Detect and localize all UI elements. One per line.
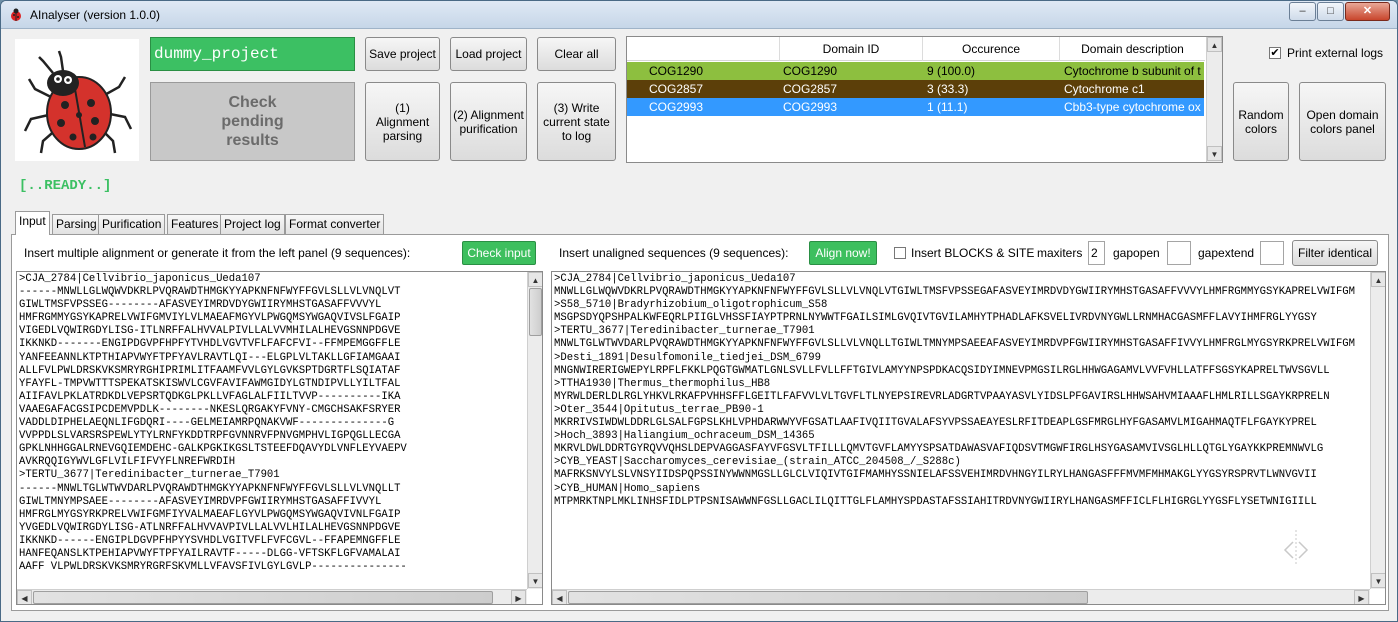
app-window: AInalyser (version 1.0.0) – □ ✕ dummy_pr… — [0, 0, 1398, 622]
scroll-left-arrow[interactable]: ◀ — [17, 590, 32, 604]
tab-content-input: Insert multiple alignment or generate it… — [11, 234, 1389, 611]
scroll-right-arrow[interactable]: ▶ — [1354, 590, 1369, 604]
open-domain-colors-panel-button[interactable]: Open domain colors panel — [1299, 82, 1386, 161]
alignment-text[interactable]: >CJA_2784|Cellvibrio_japonicus_Ueda107 -… — [17, 272, 527, 589]
write-state-to-log-button[interactable]: (3) Write current state to log — [537, 82, 616, 161]
unaligned-hscrollbar[interactable]: ◀ ▶ — [552, 589, 1370, 604]
check-pending-results-button[interactable]: Check pending results — [150, 82, 355, 161]
domain-row-name: COG1290 — [649, 64, 704, 78]
tab-purification[interactable]: Purification — [98, 214, 166, 234]
gapopen-label: gapopen — [1113, 246, 1160, 260]
minimize-button[interactable]: – — [1289, 2, 1316, 21]
domain-row-cog1290[interactable]: COG1290 COG1290 9 (100.0) Cytochrome b subu… — [627, 62, 1204, 80]
gapextend-label: gapextend — [1198, 246, 1255, 260]
domain-row-id: COG2857 — [783, 82, 838, 96]
alignment-vscrollbar[interactable]: ▲ ▼ — [527, 272, 542, 589]
tab-parsing[interactable]: Parsing — [52, 214, 101, 234]
header-col-0[interactable] — [627, 37, 780, 61]
scroll-up-arrow[interactable]: ▲ — [1207, 37, 1222, 52]
scroll-thumb[interactable] — [33, 591, 493, 604]
blocks-site-checkbox[interactable]: Insert BLOCKS & SITE — [892, 246, 1035, 262]
left-pane-prompt: Insert multiple alignment or generate it… — [24, 246, 411, 260]
unaligned-text[interactable]: >CJA_2784|Cellvibrio_japonicus_Ueda107 M… — [552, 272, 1370, 589]
domain-row-cog2857[interactable]: COG2857 COG2857 3 (33.3) Cytochrome c1 — [627, 80, 1204, 98]
header-occurence[interactable]: Occurence — [923, 37, 1060, 61]
print-external-logs-label: Print external logs — [1287, 46, 1384, 60]
blocks-site-label: Insert BLOCKS & SITE — [911, 246, 1035, 260]
domain-row-id: COG1290 — [783, 64, 838, 78]
unaligned-sequences-textarea[interactable]: >CJA_2784|Cellvibrio_japonicus_Ueda107 M… — [551, 271, 1386, 605]
ladybug-icon — [23, 50, 133, 154]
gapextend-input[interactable] — [1260, 241, 1284, 265]
domain-row-occurence: 3 (33.3) — [927, 82, 969, 96]
close-button[interactable]: ✕ — [1345, 2, 1390, 21]
random-colors-button[interactable]: Random colors — [1233, 82, 1289, 161]
scroll-thumb[interactable] — [568, 591, 1088, 604]
status-text: [..READY..] — [19, 178, 112, 194]
unaligned-vscrollbar[interactable]: ▲ ▼ — [1370, 272, 1385, 589]
domains-table[interactable]: Domain ID Occurence Domain description C… — [626, 36, 1223, 163]
domains-table-scrollbar[interactable]: ▲ ▼ — [1206, 37, 1222, 162]
tab-format-converter[interactable]: Format converter — [285, 214, 385, 234]
scroll-up-arrow[interactable]: ▲ — [528, 272, 542, 287]
domain-row-description: Cytochrome c1 — [1064, 82, 1145, 96]
right-pane-prompt: Insert unaligned sequences (9 sequences)… — [559, 246, 789, 260]
app-icon — [11, 8, 21, 21]
domain-row-occurence: 9 (100.0) — [927, 64, 976, 78]
checkbox-box[interactable] — [894, 247, 906, 259]
scroll-thumb[interactable] — [529, 288, 542, 336]
splitter-grip-icon[interactable] — [1279, 528, 1313, 568]
maxiters-label: maxiters — [1037, 246, 1083, 260]
align-now-button[interactable]: Align now! — [809, 241, 877, 265]
filter-identical-button[interactable]: Filter identical — [1292, 240, 1378, 266]
header-domain-description[interactable]: Domain description — [1060, 37, 1205, 61]
domain-row-cog2993[interactable]: COG2993 COG2993 1 (11.1) Cbb3-type cytochro… — [627, 98, 1204, 116]
domain-row-id: COG2993 — [783, 100, 838, 114]
domain-row-description: Cytochrome b subunit of t — [1064, 64, 1201, 78]
domain-row-occurence: 1 (11.1) — [927, 100, 968, 114]
project-name-field[interactable]: dummy_project — [150, 37, 355, 71]
scroll-down-arrow[interactable]: ▼ — [528, 573, 542, 588]
header-domain-id[interactable]: Domain ID — [780, 37, 923, 61]
domain-row-name: COG2993 — [649, 100, 704, 114]
app-logo — [15, 39, 139, 161]
scroll-down-arrow[interactable]: ▼ — [1207, 146, 1222, 161]
maxiters-input[interactable]: 2 — [1088, 241, 1105, 265]
maximize-button[interactable]: □ — [1317, 2, 1344, 21]
check-input-button[interactable]: Check input — [462, 241, 536, 265]
gapopen-input[interactable] — [1167, 241, 1191, 265]
scroll-up-arrow[interactable]: ▲ — [1371, 272, 1385, 287]
alignment-input-textarea[interactable]: >CJA_2784|Cellvibrio_japonicus_Ueda107 -… — [16, 271, 543, 605]
title-bar[interactable]: AInalyser (version 1.0.0) – □ ✕ — [1, 1, 1397, 29]
scroll-left-arrow[interactable]: ◀ — [552, 590, 567, 604]
domain-row-description: Cbb3-type cytochrome ox — [1064, 100, 1201, 114]
load-project-button[interactable]: Load project — [450, 37, 527, 71]
tab-features[interactable]: Features — [167, 214, 223, 234]
domains-table-header: Domain ID Occurence Domain description — [627, 37, 1205, 61]
tab-project-log[interactable]: Project log — [220, 214, 285, 234]
alignment-purification-button[interactable]: (2) Alignment purification — [450, 82, 527, 161]
scroll-right-arrow[interactable]: ▶ — [511, 590, 526, 604]
clear-all-button[interactable]: Clear all — [537, 37, 616, 71]
scroll-down-arrow[interactable]: ▼ — [1371, 573, 1385, 588]
checkbox-box[interactable]: ✔ — [1269, 47, 1281, 59]
alignment-parsing-button[interactable]: (1) Alignment parsing — [365, 82, 440, 161]
print-external-logs-checkbox[interactable]: ✔ Print external logs — [1267, 45, 1387, 61]
tab-input[interactable]: Input — [15, 211, 50, 235]
save-project-button[interactable]: Save project — [365, 37, 440, 71]
window-title: AInalyser (version 1.0.0) — [30, 8, 161, 22]
domains-table-body: COG1290 COG1290 9 (100.0) Cytochrome b subu… — [627, 62, 1205, 158]
domain-row-name: COG2857 — [649, 82, 704, 96]
alignment-hscrollbar[interactable]: ◀ ▶ — [17, 589, 527, 604]
